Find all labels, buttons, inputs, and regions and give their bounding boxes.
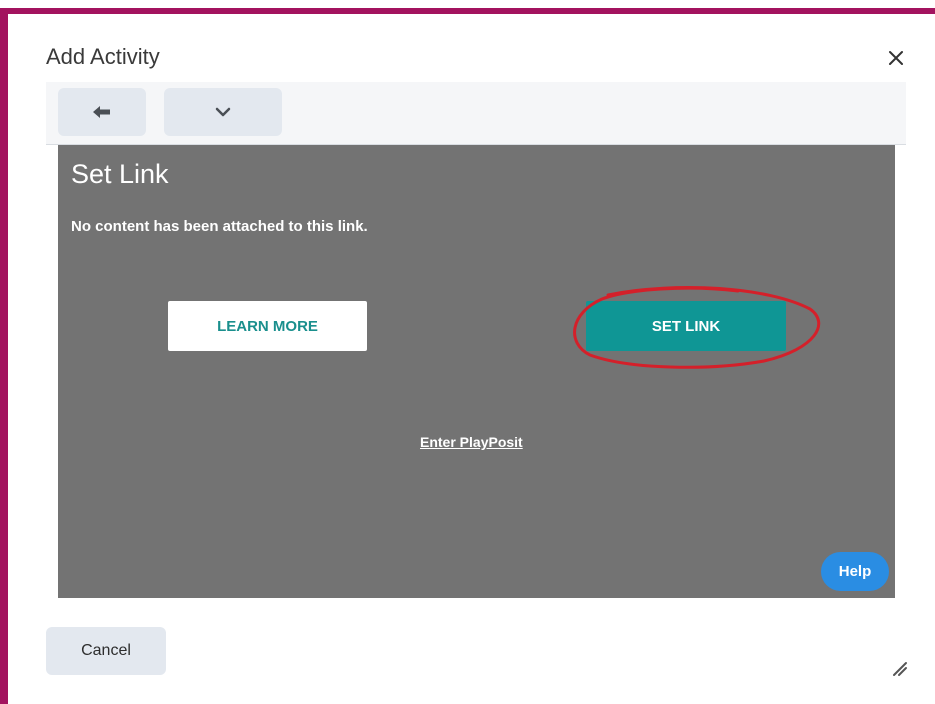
resize-handle[interactable] — [890, 658, 910, 678]
set-link-button[interactable]: SET LINK — [586, 301, 786, 351]
panel-message: No content has been attached to this lin… — [71, 218, 368, 235]
enter-playposit-link[interactable]: Enter PlayPosit — [420, 434, 523, 450]
dialog-title: Add Activity — [46, 44, 160, 69]
back-button[interactable] — [58, 88, 146, 136]
close-button[interactable] — [884, 46, 908, 70]
arrow-left-icon — [93, 106, 110, 118]
cancel-button[interactable]: Cancel — [46, 627, 166, 675]
chevron-down-icon — [215, 107, 231, 117]
more-options-button[interactable] — [164, 88, 282, 136]
close-icon — [889, 51, 903, 65]
help-button[interactable]: Help — [821, 552, 889, 591]
set-link-panel: Set Link No content has been attached to… — [58, 145, 895, 598]
panel-title: Set Link — [71, 159, 169, 189]
resize-handle-icon — [893, 662, 907, 676]
toolbar — [46, 82, 906, 145]
learn-more-button[interactable]: LEARN MORE — [168, 301, 367, 351]
